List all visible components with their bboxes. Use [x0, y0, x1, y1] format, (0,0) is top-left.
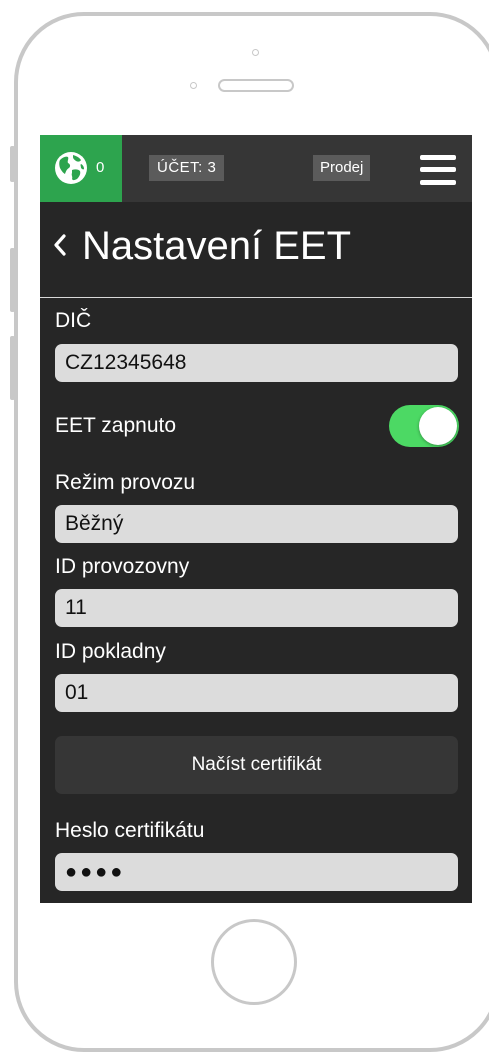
rezim-label: Režim provozu [55, 471, 196, 494]
app-screen: 0 ÚČET: 3 Prodej Nastavení EET DIČ CZ123… [40, 135, 472, 903]
globe-icon [55, 152, 87, 184]
certificate-password-input[interactable]: ●●●● [55, 853, 458, 891]
chevron-left-icon[interactable] [54, 234, 66, 256]
top-bar: 0 ÚČET: 3 Prodej [40, 135, 472, 202]
phone-proximity-sensor [190, 82, 197, 89]
connection-status-button[interactable]: 0 [40, 135, 122, 202]
phone-volume-down [10, 336, 15, 400]
page-title: Nastavení EET [82, 224, 352, 268]
online-count: 0 [96, 159, 105, 176]
dic-label: DIČ [55, 309, 92, 332]
phone-volume-up [10, 248, 15, 312]
phone-home-button[interactable] [211, 919, 297, 1005]
rezim-select[interactable]: Běžný [55, 505, 458, 543]
sale-button[interactable]: Prodej [313, 155, 371, 181]
hamburger-menu-icon[interactable] [420, 155, 456, 185]
account-badge[interactable]: ÚČET: 3 [149, 155, 225, 181]
header-divider [40, 297, 472, 298]
phone-mute-switch [10, 146, 15, 182]
provozovna-label: ID provozovny [55, 555, 190, 578]
phone-front-camera [252, 49, 259, 56]
pokladna-label: ID pokladny [55, 640, 166, 663]
dic-input[interactable]: CZ12345648 [55, 344, 458, 382]
pokladna-input[interactable]: 01 [55, 674, 458, 712]
eet-enabled-toggle[interactable] [389, 405, 459, 447]
provozovna-input[interactable]: 11 [55, 589, 458, 627]
password-label: Heslo certifikátu [55, 819, 205, 842]
eet-enabled-label: EET zapnuto [55, 414, 177, 437]
load-certificate-button[interactable]: Načíst certifikát [55, 736, 458, 794]
page-header: Nastavení EET [40, 202, 472, 298]
toggle-knob [419, 407, 457, 445]
phone-speaker [218, 79, 294, 92]
